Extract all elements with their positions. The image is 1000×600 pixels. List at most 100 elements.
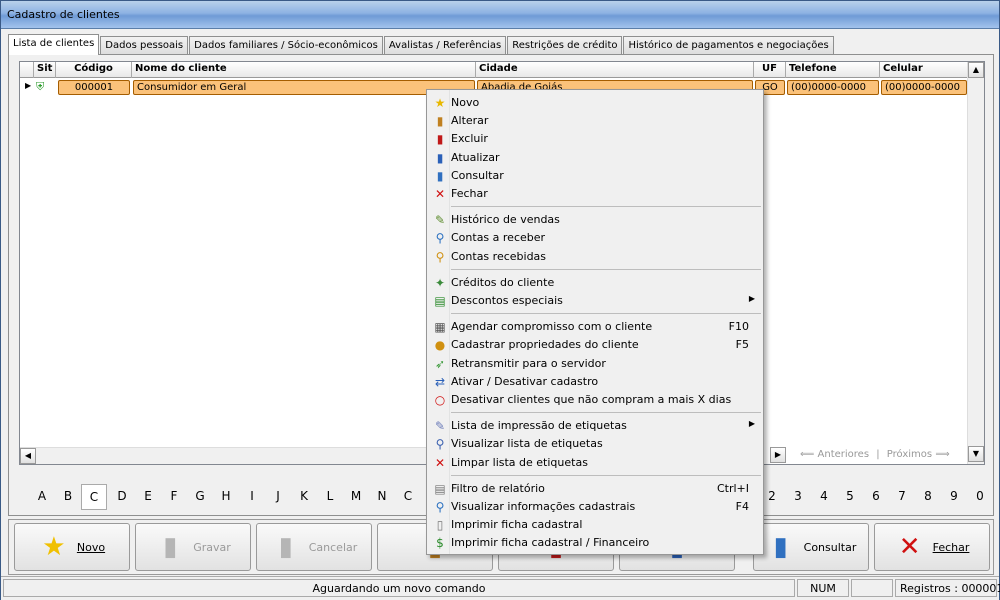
scroll-right-icon[interactable]: ▶ <box>770 447 786 463</box>
letter-filter-9[interactable]: J <box>265 484 291 510</box>
letter-filter-3[interactable]: D <box>109 484 135 510</box>
menu-item-26[interactable]: ▯ Imprimir ficha cadastral <box>429 516 763 534</box>
menu-item-21[interactable]: ⚲ Visualizar lista de etiquetas <box>429 435 763 453</box>
menu-item-0[interactable]: ★ Novo <box>429 94 763 112</box>
column-header-telefone[interactable]: Telefone <box>786 62 880 78</box>
letter-filter-7[interactable]: H <box>213 484 239 510</box>
menu-item-label: Desativar clientes que não compram a mai… <box>451 393 732 406</box>
menu-item-14[interactable]: ▦ Agendar compromisso com o cliente F10 <box>429 318 763 336</box>
edit-icon: ▮ <box>436 114 444 129</box>
letter-filter-14[interactable]: C <box>395 484 421 510</box>
menu-item-22[interactable]: ✕ Limpar lista de etiquetas <box>429 454 763 472</box>
refresh-icon: ▮ <box>436 150 444 165</box>
menu-item-label: Contas a receber <box>451 231 546 245</box>
menu-item-27[interactable]: $ Imprimir ficha cadastral / Financeiro <box>429 534 763 552</box>
nav-divider: | <box>876 449 880 460</box>
menu-item-5[interactable]: ✕ Fechar <box>429 185 763 203</box>
cancel-icon: ▮ <box>278 532 293 562</box>
menu-item-12[interactable]: ▤ Descontos especiais ▶ <box>429 292 763 310</box>
column-header-codigo[interactable]: Código <box>56 62 132 78</box>
received-icon: ⚲ <box>435 249 445 264</box>
previous-page-link[interactable]: Anteriores <box>818 449 870 460</box>
menu-item-8[interactable]: ⚲ Contas a receber <box>429 229 763 247</box>
menu-item-2[interactable]: ▮ Excluir <box>429 130 763 148</box>
menu-item-15[interactable]: ● Cadastrar propriedades do cliente F5 <box>429 336 763 354</box>
letter-filter-2[interactable]: C <box>81 484 107 510</box>
cancelar-button[interactable]: ▮ Cancelar <box>256 523 372 571</box>
letter-filter-8[interactable]: I <box>239 484 265 510</box>
num-lock-indicator: NUM <box>797 579 849 597</box>
digit-filter-4[interactable]: 6 <box>863 484 889 510</box>
properties-icon: ● <box>434 338 446 353</box>
scroll-down-icon[interactable]: ▼ <box>968 446 984 462</box>
scroll-up-icon[interactable]: ▲ <box>968 62 984 78</box>
digit-filter-7[interactable]: 9 <box>941 484 967 510</box>
tab-3[interactable]: Avalistas / Referências <box>383 36 507 55</box>
menu-item-label: Agendar compromisso com o cliente <box>451 320 653 334</box>
tab-5[interactable]: Histórico de pagamentos e negociações <box>623 36 834 55</box>
toggle-icon: ⇄ <box>434 374 446 389</box>
menu-item-label: Novo <box>451 96 480 109</box>
vertical-scrollbar[interactable]: ▲ ▼ <box>967 62 984 464</box>
digit-filter-2[interactable]: 4 <box>811 484 837 510</box>
digit-filter-1[interactable]: 3 <box>785 484 811 510</box>
menu-item-4[interactable]: ▮ Consultar <box>429 167 763 185</box>
menu-item-16[interactable]: ➶ Retransmitir para o servidor <box>429 355 763 373</box>
letter-filter-1[interactable]: B <box>55 484 81 510</box>
letter-filter-6[interactable]: G <box>187 484 213 510</box>
digit-filter-6[interactable]: 8 <box>915 484 941 510</box>
tab-4[interactable]: Restrições de crédito <box>507 36 623 55</box>
print-icon: ▯ <box>436 518 444 533</box>
column-header-nome[interactable]: Nome do cliente <box>132 62 476 78</box>
filter-icon: ▤ <box>434 481 446 496</box>
print-finance-icon: $ <box>436 536 444 551</box>
letter-filter-5[interactable]: F <box>161 484 187 510</box>
menu-item-20[interactable]: ✎ Lista de impressão de etiquetas ▶ <box>429 417 763 435</box>
column-header-celular[interactable]: Celular <box>880 62 968 78</box>
submenu-arrow-icon: ▶ <box>748 419 755 429</box>
tab-2[interactable]: Dados familiares / Sócio-econômicos <box>189 36 383 55</box>
digit-filter-3[interactable]: 5 <box>837 484 863 510</box>
status-bar: Aguardando um novo comando NUM Registros… <box>1 576 1000 600</box>
letter-filter-12[interactable]: M <box>343 484 369 510</box>
menu-item-shortcut: F5 <box>735 338 749 352</box>
menu-item-9[interactable]: ⚲ Contas recebidas <box>429 248 763 266</box>
letter-filter-10[interactable]: K <box>291 484 317 510</box>
menu-item-18[interactable]: ○ Desativar clientes que não compram a ma… <box>429 391 763 409</box>
tab-0[interactable]: Lista de clientes <box>8 34 100 55</box>
consultar-button[interactable]: ▮ Consultar <box>753 523 869 571</box>
menu-item-1[interactable]: ▮ Alterar <box>429 112 763 130</box>
page-navigation: ⟸ Anteriores | Próximos ⟹ <box>800 449 950 460</box>
letter-filter-4[interactable]: E <box>135 484 161 510</box>
menu-separator <box>451 268 761 270</box>
menu-item-11[interactable]: ✦ Créditos do cliente <box>429 274 763 292</box>
column-header-uf[interactable]: UF <box>754 62 786 78</box>
column-header-cidade[interactable]: Cidade <box>476 62 754 78</box>
next-page-link[interactable]: Próximos <box>887 449 932 460</box>
letter-filter-11[interactable]: L <box>317 484 343 510</box>
view-info-icon: ⚲ <box>435 500 445 514</box>
letter-filter-13[interactable]: N <box>369 484 395 510</box>
close-icon: ✕ <box>898 532 921 562</box>
digit-filter-5[interactable]: 7 <box>889 484 915 510</box>
fechar-button[interactable]: ✕ Fechar <box>874 523 990 571</box>
menu-item-25[interactable]: ⚲ Visualizar informações cadastrais F4 <box>429 498 763 516</box>
menu-item-3[interactable]: ▮ Atualizar <box>429 149 763 167</box>
novo-button[interactable]: ★ Novo <box>14 523 130 571</box>
gravar-button[interactable]: ▮ Gravar <box>135 523 251 571</box>
scroll-left-icon[interactable]: ◀ <box>20 448 36 464</box>
star-icon: ★ <box>42 532 66 562</box>
menu-separator <box>451 313 761 315</box>
menu-item-label: Fechar <box>451 187 488 200</box>
menu-item-7[interactable]: ✎ Histórico de vendas <box>429 211 763 229</box>
menu-item-label: Créditos do cliente <box>451 275 555 289</box>
horizontal-scrollbar[interactable]: ◀ <box>20 447 430 464</box>
consultar-label: Consultar <box>803 540 857 554</box>
menu-item-17[interactable]: ⇄ Ativar / Desativar cadastro <box>429 373 763 391</box>
tab-1[interactable]: Dados pessoais <box>100 36 189 55</box>
menu-item-24[interactable]: ▤ Filtro de relatório Ctrl+I <box>429 480 763 498</box>
window: Cadastro de clientes Lista de clientes Da… <box>0 0 1000 600</box>
digit-filter-8[interactable]: 0 <box>967 484 993 510</box>
letter-filter-0[interactable]: A <box>29 484 55 510</box>
column-header-sit[interactable]: Sit <box>34 62 56 78</box>
